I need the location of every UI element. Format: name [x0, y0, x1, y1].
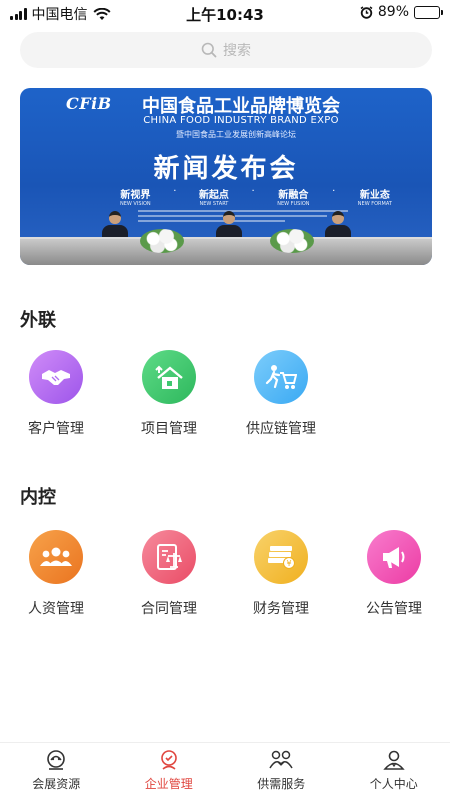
banner-subtitle: 暨中国食品工业发展创新高峰论坛 [176, 130, 296, 139]
flower-arrangement [140, 229, 184, 253]
item-label: 合同管理 [141, 601, 197, 617]
search-placeholder: 搜索 [223, 43, 251, 59]
tab-label: 会展资源 [32, 777, 81, 791]
project-management-item[interactable]: 项目管理 [113, 350, 225, 438]
tab-expo-resources[interactable]: 会展资源 [0, 743, 113, 800]
customer-management-item[interactable]: 客户管理 [0, 350, 112, 438]
banner-tags: 新视界 NEW VISION · 新起点 NEW START · 新融合 NEW FU… [120, 186, 392, 207]
item-label: 客户管理 [28, 421, 84, 437]
flower-arrangement [270, 229, 314, 253]
item-label: 项目管理 [141, 421, 197, 437]
stage-floor [20, 239, 432, 265]
status-right: 89% [360, 4, 443, 20]
bottom-tab-bar: 会展资源 企业管理 供需服务 个人中心 [0, 742, 450, 800]
cart-runner-icon [254, 350, 308, 404]
battery-icon [414, 5, 443, 19]
search-bar[interactable]: 搜索 [20, 32, 432, 68]
banner-tag: 新视界 NEW VISION [120, 190, 151, 207]
status-bar: 中国电信 上午10:43 89% [0, 0, 450, 26]
item-label: 人资管理 [28, 601, 84, 617]
banner-tag: 新融合 NEW FUSION [277, 190, 310, 207]
supply-demand-icon [269, 750, 293, 769]
item-label: 财务管理 [253, 601, 309, 617]
banner-headline: 新闻发布会 [153, 154, 299, 184]
people-icon [29, 530, 83, 584]
megaphone-icon [367, 530, 421, 584]
banner-tag: 新起点 NEW START [198, 190, 229, 207]
contract-management-item[interactable]: 合同管理 [113, 530, 225, 618]
finance-management-item[interactable]: ¥ 财务管理 [225, 530, 337, 618]
hr-management-item[interactable]: 人资管理 [0, 530, 112, 618]
handshake-icon [29, 350, 83, 404]
scale-document-icon [142, 530, 196, 584]
banner-title-en: CHINA FOOD INDUSTRY BRAND EXPO [143, 115, 339, 126]
tab-label: 供需服务 [257, 777, 306, 791]
expo-icon [47, 750, 66, 770]
enterprise-icon [160, 750, 177, 770]
house-growth-icon [142, 350, 196, 404]
tab-personal-center[interactable]: 个人中心 [338, 743, 450, 800]
svg-text:¥: ¥ [286, 559, 291, 568]
alarm-icon [360, 5, 373, 19]
tab-supply-demand[interactable]: 供需服务 [225, 743, 338, 800]
section-title-external: 外联 [20, 310, 56, 331]
tab-label: 个人中心 [369, 777, 418, 791]
section-title-internal: 内控 [20, 487, 56, 508]
tab-enterprise-management[interactable]: 企业管理 [113, 743, 226, 800]
banner-carousel[interactable]: CFiB 中国食品工业品牌博览会 CHINA FOOD INDUSTRY BRA… [20, 88, 432, 265]
money-stack-icon: ¥ [254, 530, 308, 584]
search-icon [201, 42, 217, 58]
item-label: 供应链管理 [246, 421, 316, 437]
battery-percent: 89% [377, 4, 409, 20]
tab-label: 企业管理 [144, 777, 193, 791]
item-label: 公告管理 [366, 601, 422, 617]
supply-chain-management-item[interactable]: 供应链管理 [225, 350, 337, 438]
profile-icon [383, 750, 405, 770]
banner-fine-print [138, 210, 348, 230]
announcement-management-item[interactable]: 公告管理 [338, 530, 450, 618]
banner-tag: 新业态 NEW FORMAT [357, 190, 392, 207]
